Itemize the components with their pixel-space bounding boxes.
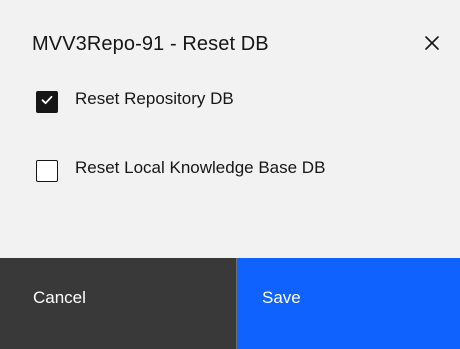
reset-db-dialog: MVV3Repo-91 - Reset DB Reset Repository … (0, 0, 460, 349)
close-icon (424, 35, 440, 54)
dialog-title: MVV3Repo-91 - Reset DB (32, 33, 269, 55)
reset-local-knowledge-base-db-label: Reset Local Knowledge Base DB (75, 158, 326, 177)
dialog-footer: Cancel Save (0, 258, 460, 349)
reset-repository-db-label: Reset Repository DB (75, 89, 234, 108)
reset-local-knowledge-base-db-checkbox[interactable] (36, 160, 58, 182)
save-button[interactable]: Save (237, 258, 460, 349)
reset-repository-db-checkbox[interactable] (36, 91, 58, 113)
reset-repository-db-option[interactable]: Reset Repository DB (36, 89, 234, 113)
checkmark-icon (40, 93, 54, 112)
close-button[interactable] (416, 28, 448, 60)
cancel-button[interactable]: Cancel (0, 258, 237, 349)
reset-local-knowledge-base-db-option[interactable]: Reset Local Knowledge Base DB (36, 158, 326, 182)
